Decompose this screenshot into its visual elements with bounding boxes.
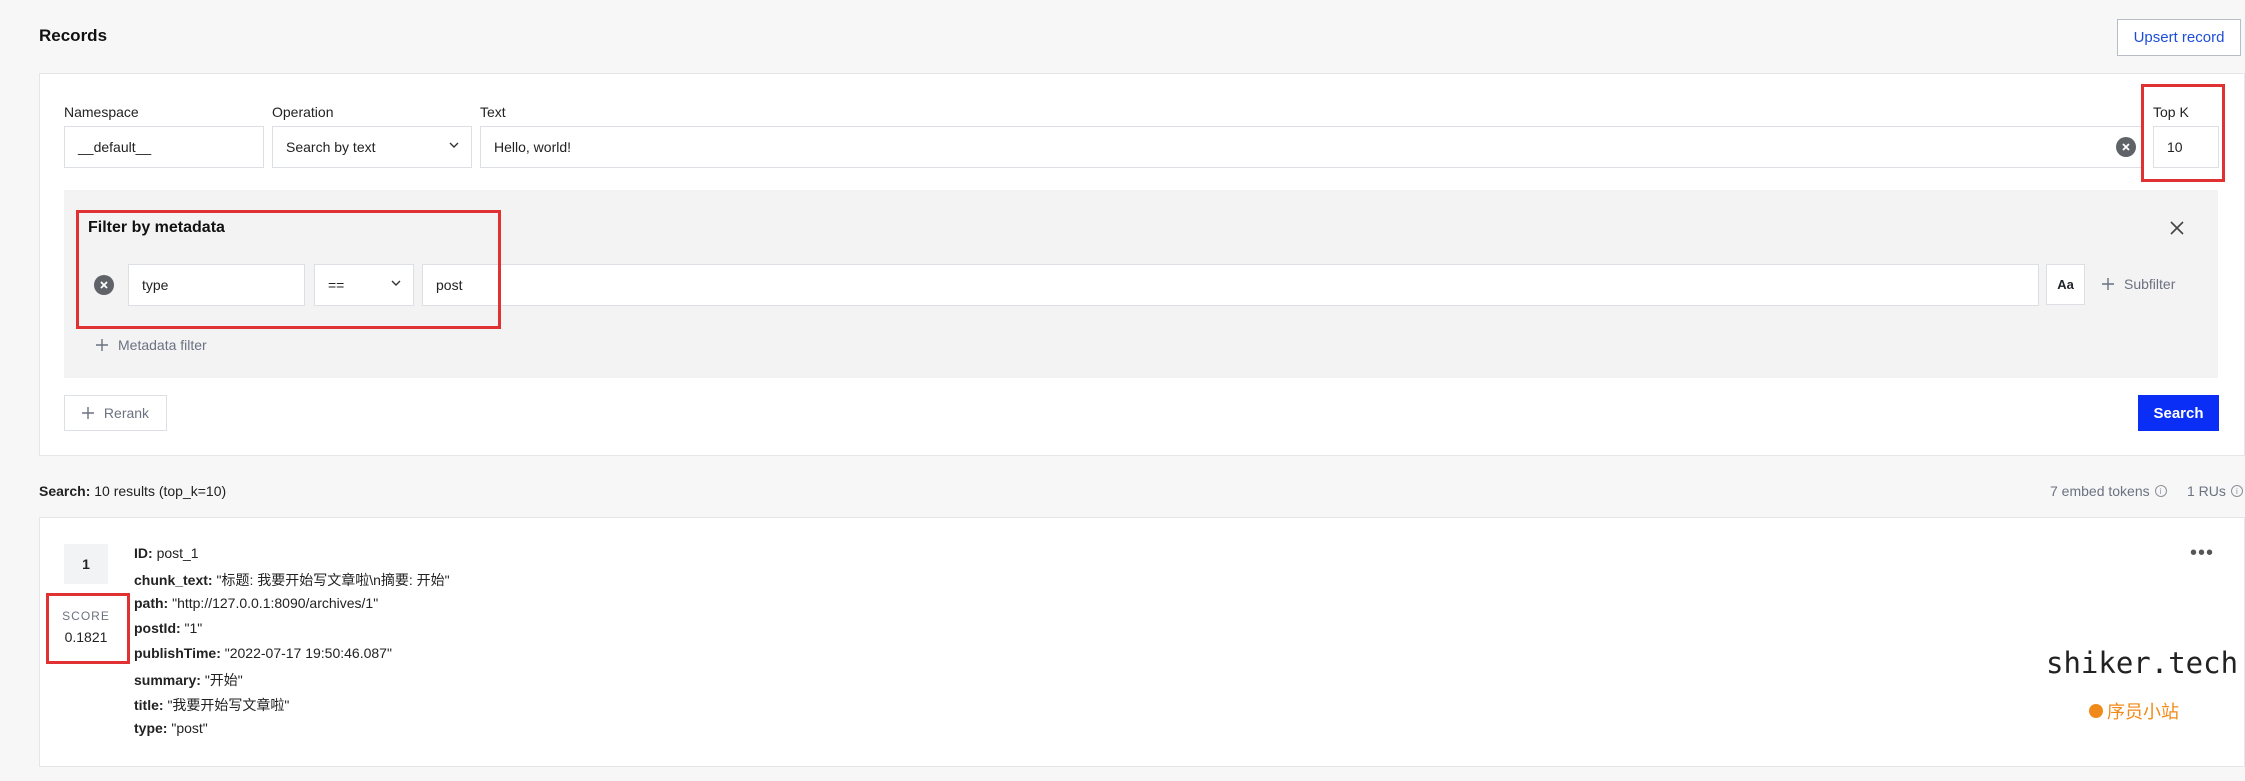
plus-icon (81, 407, 94, 419)
subfilter-button[interactable]: Subfilter (2102, 276, 2175, 292)
case-sensitive-button[interactable]: Aa (2046, 264, 2085, 305)
info-icon[interactable]: i (2154, 485, 2167, 497)
orange-logo-icon (2089, 704, 2103, 718)
search-summary: Search: 10 results (top_k=10) (39, 483, 226, 499)
text-input[interactable]: Hello, world! (480, 126, 2142, 168)
filter-field-input[interactable]: type (128, 264, 305, 306)
result-rank: 1 (64, 544, 108, 584)
upsert-record-button[interactable]: Upsert record (2117, 19, 2241, 56)
topk-input[interactable]: 10 (2153, 126, 2219, 168)
remove-condition-icon[interactable] (94, 275, 114, 295)
close-filter-icon[interactable] (2170, 221, 2184, 235)
summary-prefix: Search: (39, 483, 91, 499)
chevron-down-icon (449, 142, 459, 148)
rerank-label: Rerank (103, 405, 150, 421)
embed-tokens-text: 7 embed tokens (2050, 483, 2150, 499)
filter-operator-select[interactable]: == (314, 264, 414, 306)
watermark-brand: 序员小站 (2089, 698, 2179, 724)
summary-text: 10 results (top_k=10) (94, 483, 227, 499)
namespace-input[interactable]: __default__ (64, 126, 264, 168)
result-field: path: "http://127.0.0.1:8090/archives/1" (134, 595, 379, 611)
score-value: 0.1821 (64, 629, 108, 645)
score-label: SCORE (62, 609, 110, 623)
embed-tokens-stat: 7 embed tokens i (2050, 483, 2167, 499)
result-field: type: "post" (134, 720, 208, 736)
result-field: ID: post_1 (134, 545, 199, 561)
operation-select[interactable]: Search by text (272, 126, 472, 168)
topk-label: Top K (2153, 104, 2189, 120)
result-field: postId: "1" (134, 620, 203, 636)
ru-text: 1 RUs (2187, 483, 2226, 499)
rerank-button[interactable]: Rerank (64, 395, 167, 431)
ru-stat: 1 RUs i (2187, 483, 2243, 499)
watermark-brand-text: 序员小站 (2107, 702, 2179, 722)
more-options-icon[interactable]: ••• (2190, 543, 2214, 563)
chevron-down-icon (391, 280, 401, 286)
result-field: publishTime: "2022-07-17 19:50:46.087" (134, 645, 392, 661)
filter-title: Filter by metadata (88, 219, 225, 236)
clear-text-icon[interactable] (2116, 137, 2136, 157)
filter-operator-value: == (328, 277, 345, 293)
info-icon[interactable]: i (2230, 485, 2243, 497)
result-card (39, 517, 2245, 767)
plus-icon (96, 339, 108, 351)
text-label: Text (480, 104, 506, 120)
subfilter-label: Subfilter (2124, 276, 2176, 292)
search-button[interactable]: Search (2138, 395, 2219, 431)
operation-value: Search by text (286, 139, 376, 155)
result-field: title: "我要开始写文章啦" (134, 697, 290, 713)
filter-value-input[interactable]: post (422, 264, 2039, 306)
watermark-domain: shiker.tech (2046, 646, 2239, 680)
page-title: Records (39, 26, 108, 45)
operation-label: Operation (272, 104, 334, 120)
plus-icon (2102, 278, 2114, 290)
result-field: chunk_text: "标题: 我要开始写文章啦\n摘要: 开始" (134, 572, 450, 588)
add-filter-label: Metadata filter (118, 337, 207, 353)
namespace-label: Namespace (64, 104, 139, 120)
result-field: summary: "开始" (134, 672, 243, 688)
add-metadata-filter-button[interactable]: Metadata filter (96, 337, 207, 353)
